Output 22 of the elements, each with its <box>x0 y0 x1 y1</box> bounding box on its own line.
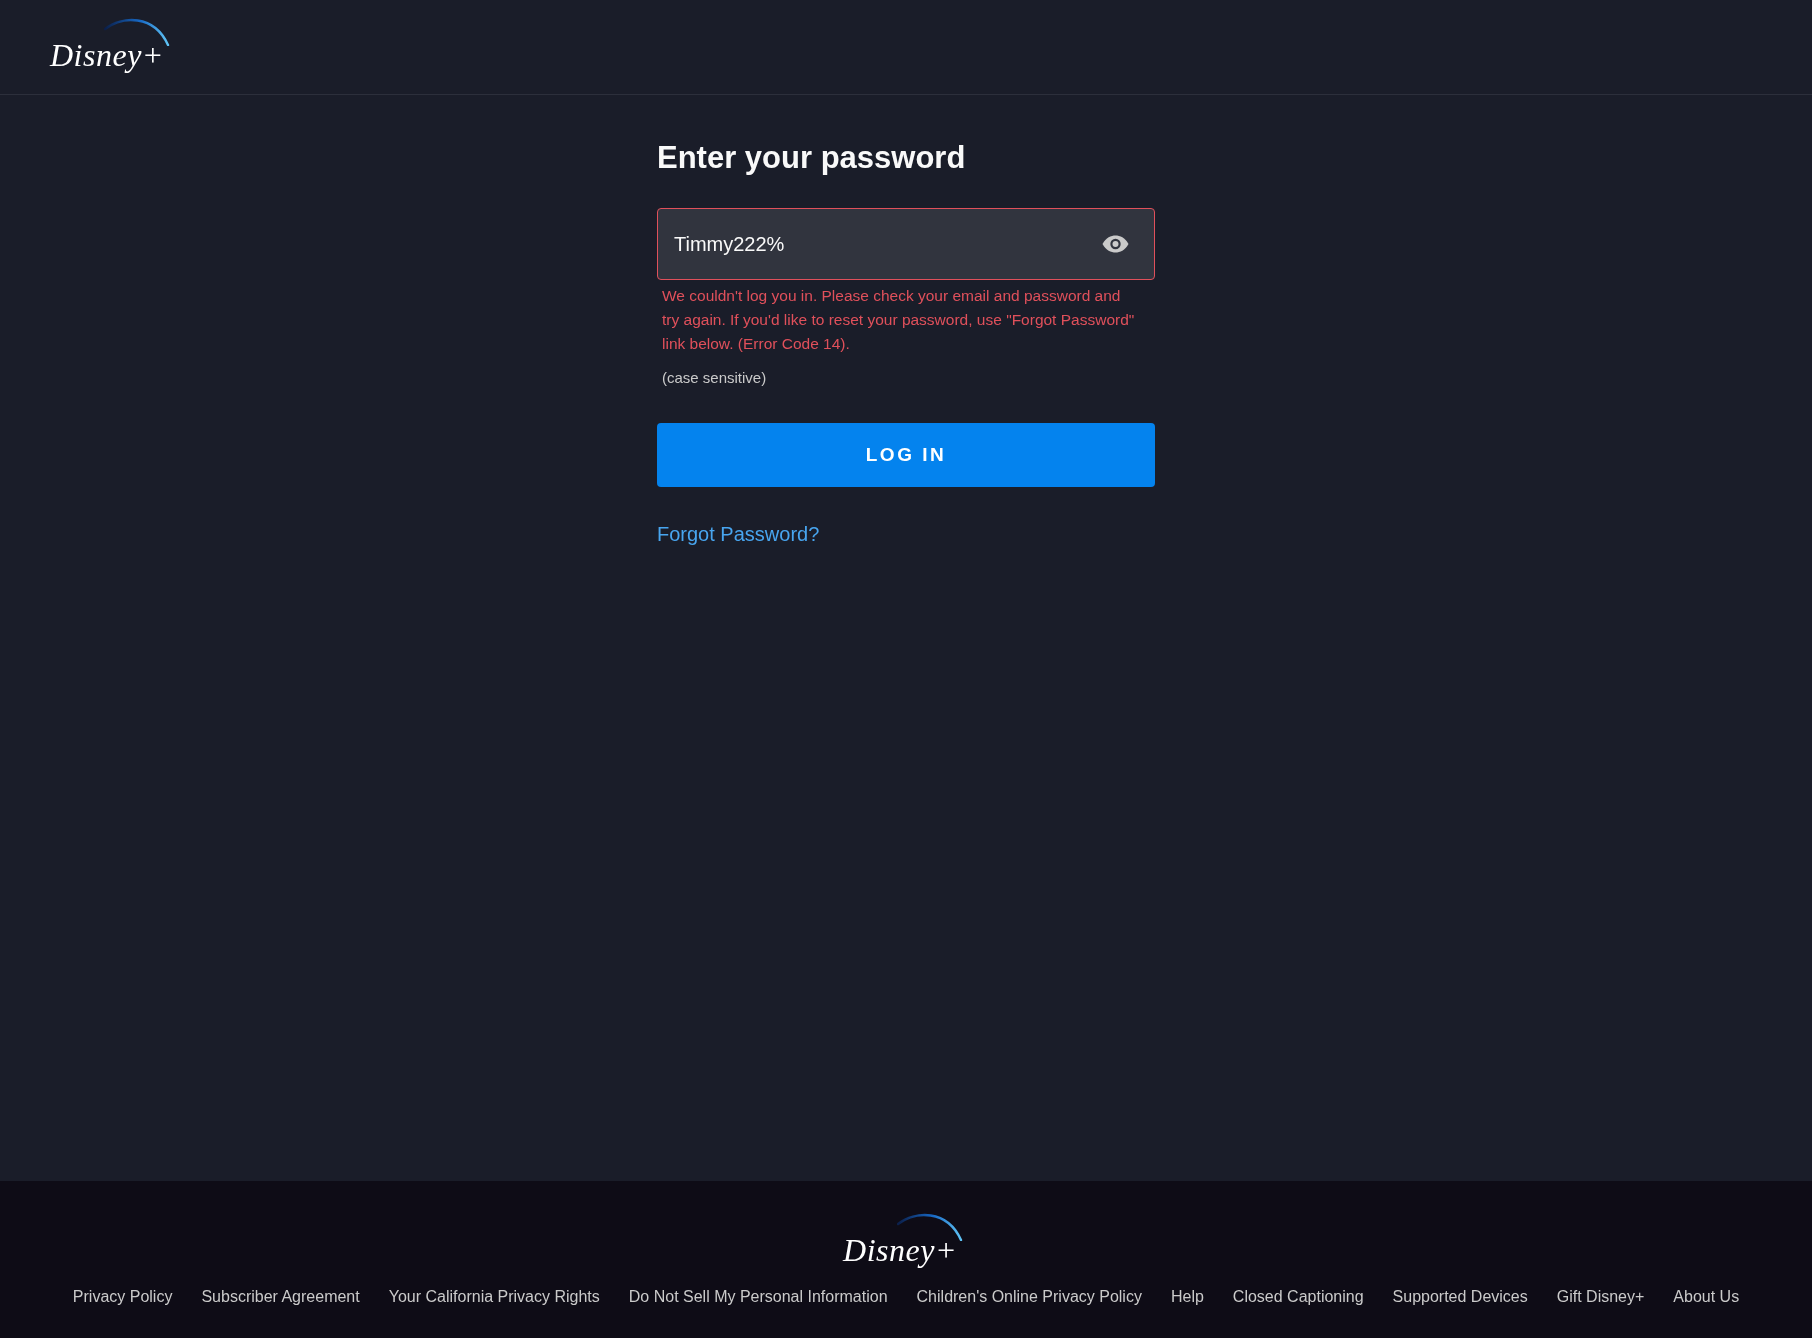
footer-link[interactable]: Your California Privacy Rights <box>388 1286 600 1308</box>
page-title: Enter your password <box>657 139 967 177</box>
arc-icon <box>896 1211 963 1241</box>
show-password-toggle[interactable] <box>1102 235 1129 253</box>
footer-link[interactable]: Supported Devices <box>1392 1286 1528 1308</box>
footer-link[interactable]: Do Not Sell My Personal Information <box>628 1286 888 1308</box>
footer-link[interactable]: Subscriber Agreement <box>201 1286 360 1308</box>
hint-text: (case sensitive) <box>661 368 768 388</box>
footer-link[interactable]: Help <box>1170 1286 1204 1308</box>
logo-link[interactable]: Disney+ <box>50 16 176 72</box>
footer-link[interactable]: Children's Online Privacy Policy <box>916 1286 1142 1308</box>
login-button[interactable]: LOG IN <box>657 423 1155 487</box>
footer-link[interactable]: Gift Disney+ <box>1556 1286 1645 1308</box>
eye-icon <box>1102 235 1129 253</box>
error-message: We couldn't log you in. Please check your email and password and try again. If you'd like to reset your password, use "Forgot Password" link below. (Error Code 14). <box>661 286 1136 354</box>
password-field[interactable]: Timmy222% <box>657 208 1155 280</box>
forgot-password-link[interactable]: Forgot Password? <box>657 520 820 548</box>
footer-link[interactable]: Privacy Policy <box>72 1286 173 1308</box>
footer-link[interactable]: Closed Captioning <box>1232 1286 1364 1308</box>
footer-link[interactable]: About Us <box>1673 1286 1740 1308</box>
logo-link[interactable]: Disney+ <box>843 1211 969 1267</box>
arc-icon <box>103 16 170 46</box>
